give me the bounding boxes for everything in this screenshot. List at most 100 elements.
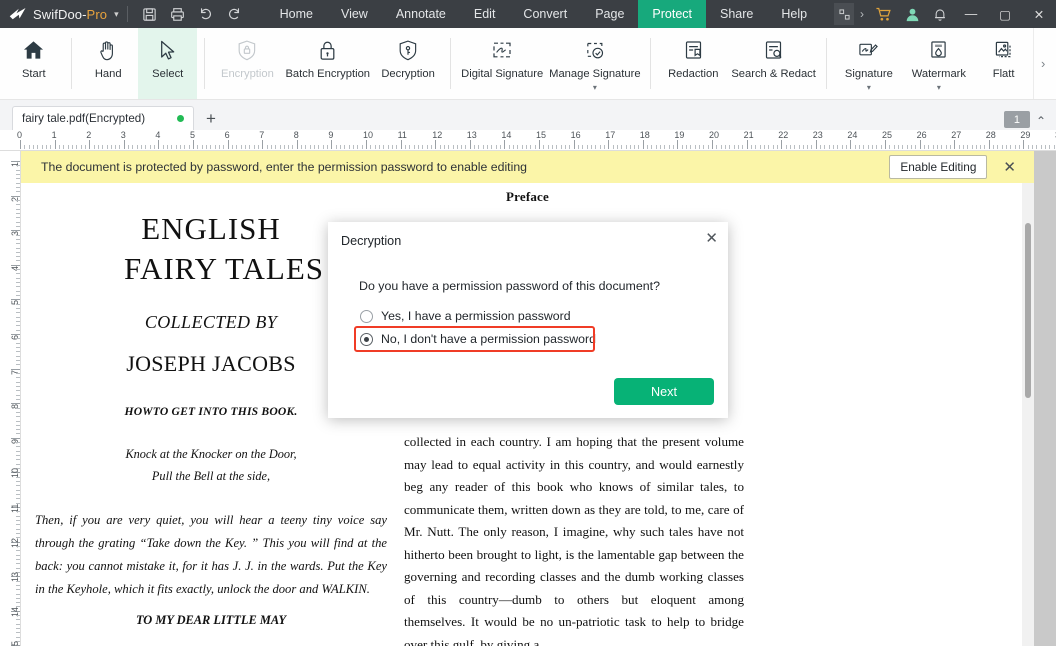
ribbon-manage-signature-button[interactable]: Manage Signature ▾	[546, 28, 643, 99]
ruler-minor-tick	[16, 225, 20, 227]
radio-button-unselected[interactable]	[360, 309, 373, 323]
ruler-minor-tick	[733, 145, 735, 149]
next-button[interactable]: Next	[614, 378, 714, 405]
ruler-minor-tick	[962, 145, 964, 149]
ruler-minor-tick	[16, 191, 20, 193]
radio-option-no[interactable]: No, I don't have a permission password	[360, 332, 596, 346]
chevron-down-icon[interactable]: ▾	[593, 83, 597, 92]
ruler-minor-tick	[16, 416, 20, 418]
ribbon-select-tool-button[interactable]: Select	[137, 28, 198, 99]
ruler-minor-tick	[16, 351, 20, 353]
ruler-minor-tick	[305, 145, 307, 149]
ruler-minor-tick	[967, 145, 969, 149]
ruler-minor-tick	[452, 145, 454, 149]
ruler-minor-tick	[1040, 145, 1042, 149]
ribbon-search-redact-button[interactable]: Search & Redact	[728, 28, 819, 99]
menu-item-help[interactable]: Help	[767, 0, 821, 28]
radio-button-selected[interactable]	[360, 332, 373, 346]
radio-option-yes[interactable]: Yes, I have a permission password	[360, 309, 571, 323]
signature-doc-icon	[491, 35, 513, 65]
new-tab-button[interactable]: +	[206, 110, 216, 127]
ribbon-label: Redaction	[668, 68, 719, 80]
window-maximize-button[interactable]: ▢	[988, 0, 1022, 28]
ruler-minor-tick	[102, 145, 104, 149]
ruler-minor-tick	[474, 145, 476, 149]
ruler-minor-tick	[16, 178, 20, 180]
menu-item-protect[interactable]: Protect	[638, 0, 707, 28]
ribbon-digital-signature-button[interactable]: Digital Signature	[458, 28, 546, 99]
vertical-scrollbar[interactable]	[1022, 183, 1034, 646]
ribbon-label: Search & Redact	[731, 68, 816, 80]
document-tab-strip: fairy tale.pdf(Encrypted) + 1 ⌃	[0, 100, 1056, 130]
chevron-down-icon[interactable]: ▾	[867, 83, 871, 92]
ruler-minor-tick	[841, 145, 843, 149]
verse-line-1: Knock at the Knocker on the Door,	[125, 447, 297, 462]
menu-item-annotate[interactable]: Annotate	[382, 0, 460, 28]
ruler-minor-tick	[136, 145, 138, 149]
ruler-minor-tick	[253, 145, 255, 149]
chevron-right-icon[interactable]: ›	[854, 7, 870, 21]
ruler-minor-tick	[16, 442, 20, 444]
ruler-minor-tick	[16, 256, 20, 258]
page-up-chevron-icon[interactable]: ⌃	[1036, 114, 1046, 128]
ruler-minor-tick	[335, 145, 337, 149]
redo-icon[interactable]	[220, 0, 248, 28]
menu-item-home[interactable]: Home	[266, 0, 327, 28]
current-page-badge[interactable]: 1	[1003, 111, 1030, 128]
ribbon-overflow-chevron-icon[interactable]: ›	[1033, 28, 1052, 99]
ruler-minor-tick	[184, 145, 186, 149]
ribbon-redaction-button[interactable]: Redaction	[658, 28, 728, 99]
ribbon-decryption-button[interactable]: Decryption	[373, 28, 443, 99]
print-icon[interactable]	[164, 0, 192, 28]
ribbon-batch-encryption-button[interactable]: Batch Encryption	[282, 28, 373, 99]
close-icon[interactable]: ✕	[705, 231, 718, 246]
ruler-minor-tick	[984, 145, 986, 149]
scrollbar-thumb[interactable]	[1025, 223, 1031, 398]
notifications-bell-icon[interactable]	[926, 0, 954, 28]
close-icon[interactable]: ✕	[1003, 160, 1016, 175]
window-close-button[interactable]: ✕	[1022, 0, 1056, 28]
menu-item-page[interactable]: Page	[581, 0, 638, 28]
menu-item-view[interactable]: View	[327, 0, 382, 28]
menu-item-convert[interactable]: Convert	[509, 0, 581, 28]
user-account-icon[interactable]	[898, 0, 926, 28]
ribbon-watermark-button[interactable]: Watermark ▾	[904, 28, 974, 99]
compact-layout-icon[interactable]	[834, 3, 854, 25]
brand-dropdown-caret[interactable]: ▾	[114, 9, 119, 19]
menu-item-edit[interactable]: Edit	[460, 0, 510, 28]
ruler-label: 24	[847, 130, 858, 140]
ruler-label: 17	[605, 130, 616, 140]
ruler-minor-tick	[586, 145, 588, 149]
divider	[650, 38, 652, 89]
chevron-down-icon[interactable]: ▾	[937, 83, 941, 92]
ruler-minor-tick	[16, 619, 20, 621]
ruler-minor-tick	[513, 145, 515, 149]
ruler-minor-tick	[197, 145, 199, 149]
ribbon-hand-tool-button[interactable]: Hand	[78, 28, 138, 99]
ribbon-flatten-button[interactable]: Flatt	[974, 28, 1034, 99]
ruler-minor-tick	[16, 316, 20, 318]
ruler-minor-tick	[327, 145, 329, 149]
ruler-minor-tick	[16, 295, 20, 297]
ruler-minor-tick	[820, 145, 822, 149]
ruler-major-tick	[296, 140, 298, 149]
ruler-minor-tick	[16, 550, 20, 552]
ruler-major-tick	[262, 140, 264, 149]
save-icon[interactable]	[136, 0, 164, 28]
document-tab-fairy-tale[interactable]: fairy tale.pdf(Encrypted)	[12, 106, 194, 130]
cart-icon[interactable]	[870, 0, 898, 28]
ruler-minor-tick	[383, 145, 385, 149]
ruler-label: 4	[155, 130, 161, 140]
ruler-minor-tick	[517, 145, 519, 149]
ruler-minor-tick	[16, 420, 20, 422]
enable-editing-button[interactable]: Enable Editing	[889, 155, 988, 179]
window-minimize-button[interactable]: —	[954, 0, 988, 28]
undo-icon[interactable]	[192, 0, 220, 28]
ribbon-encryption-button[interactable]: Encryption	[212, 28, 282, 99]
ruler-minor-tick	[906, 145, 908, 149]
ribbon-signature-button[interactable]: Signature ▾	[834, 28, 904, 99]
ribbon-start-button[interactable]: Start	[4, 28, 64, 99]
ruler-major-tick	[608, 140, 610, 149]
ruler-minor-tick	[16, 221, 20, 223]
menu-item-share[interactable]: Share	[706, 0, 767, 28]
